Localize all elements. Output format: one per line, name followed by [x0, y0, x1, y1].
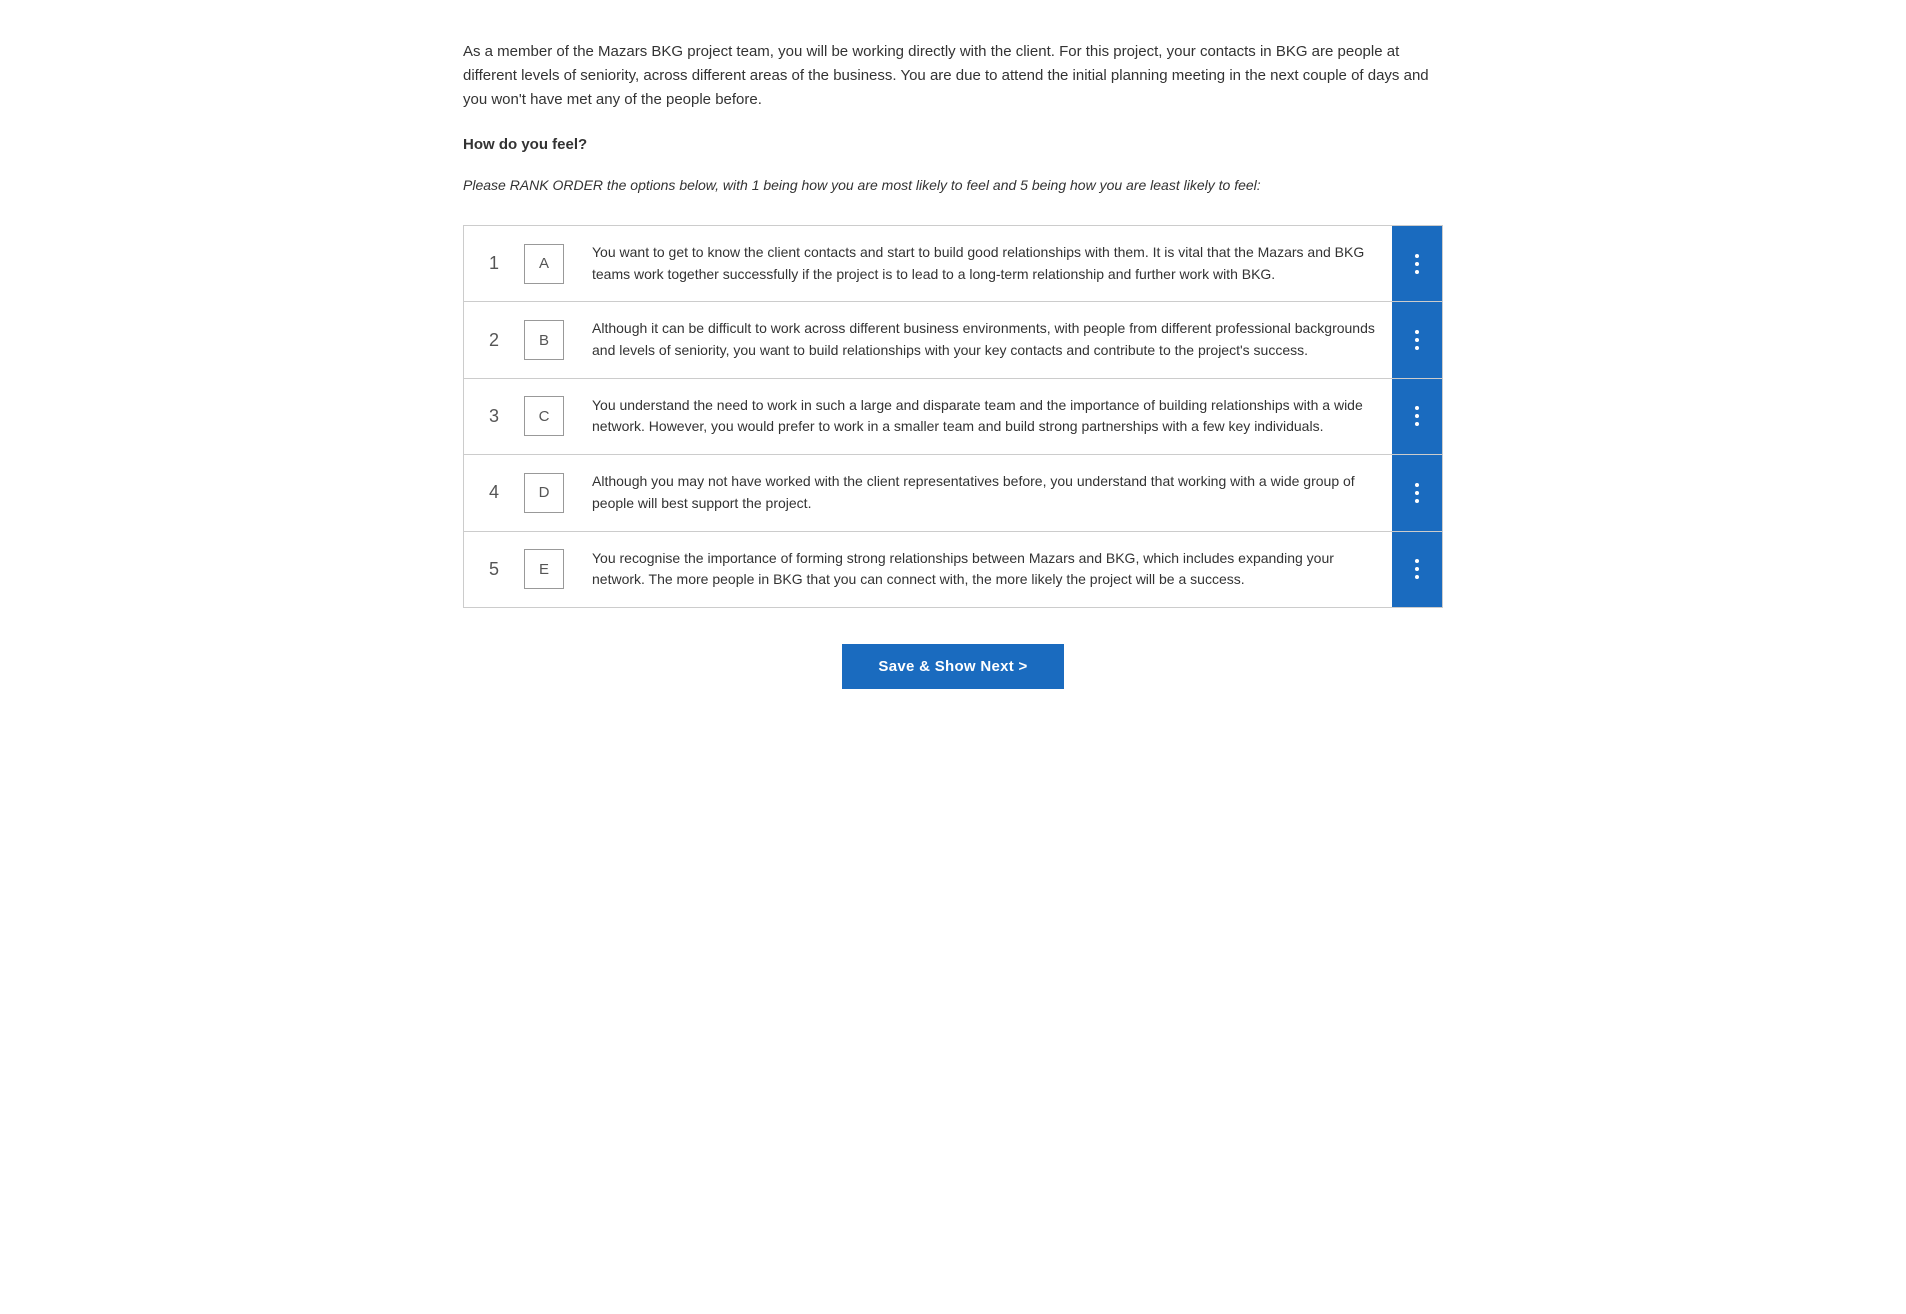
drag-dots-icon	[1415, 406, 1419, 426]
rank-item-text: Although you may not have worked with th…	[584, 455, 1392, 530]
rank-item: 5E You recognise the importance of formin…	[463, 531, 1443, 608]
drag-handle[interactable]	[1392, 379, 1442, 454]
rank-item: 2B Although it can be difficult to work a…	[463, 301, 1443, 377]
save-show-next-button[interactable]: Save & Show Next >	[842, 644, 1063, 689]
rank-item: 1A You want to get to know the client con…	[463, 225, 1443, 301]
drag-handle[interactable]	[1392, 455, 1442, 530]
drag-handle[interactable]	[1392, 302, 1442, 377]
drag-handle[interactable]	[1392, 226, 1442, 301]
button-row: Save & Show Next >	[463, 644, 1443, 689]
rank-item: 4D Although you may not have worked with …	[463, 454, 1443, 530]
drag-handle[interactable]	[1392, 532, 1442, 607]
rank-item-text: You understand the need to work in such …	[584, 379, 1392, 454]
rank-number: 5	[464, 543, 524, 596]
rank-letter-box: A	[524, 244, 564, 284]
drag-dots-icon	[1415, 330, 1419, 350]
drag-dots-icon	[1415, 254, 1419, 274]
rank-number: 4	[464, 466, 524, 519]
rank-number: 2	[464, 314, 524, 367]
drag-dots-icon	[1415, 559, 1419, 579]
rank-letter-box: D	[524, 473, 564, 513]
question-label: How do you feel?	[463, 136, 1443, 153]
rank-item-text: You want to get to know the client conta…	[584, 226, 1392, 301]
instruction-text: Please RANK ORDER the options below, wit…	[463, 177, 1443, 193]
rank-item-text: You recognise the importance of forming …	[584, 532, 1392, 607]
rank-number: 1	[464, 237, 524, 290]
rank-letter-box: B	[524, 320, 564, 360]
rank-list: 1A You want to get to know the client con…	[463, 225, 1443, 608]
rank-item-text: Although it can be difficult to work acr…	[584, 302, 1392, 377]
drag-dots-icon	[1415, 483, 1419, 503]
rank-letter-box: C	[524, 396, 564, 436]
rank-letter-box: E	[524, 549, 564, 589]
rank-number: 3	[464, 390, 524, 443]
rank-item: 3C You understand the need to work in suc…	[463, 378, 1443, 454]
intro-text: As a member of the Mazars BKG project te…	[463, 40, 1443, 112]
